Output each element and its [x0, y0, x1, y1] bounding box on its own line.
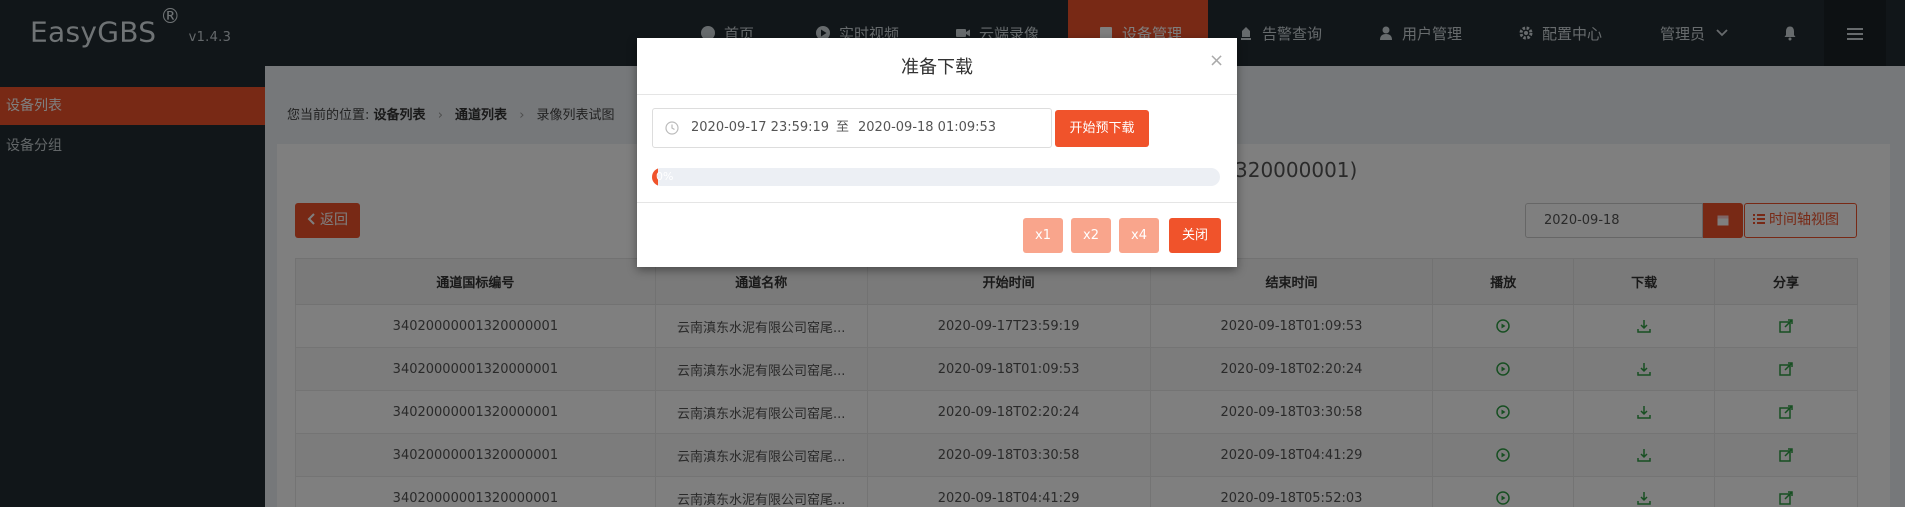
range-end: 2020-09-18 01:09:53	[858, 120, 997, 135]
download-modal: 准备下载 × 2020-09-17 23:59:19 至 2020-09-18 …	[637, 38, 1237, 267]
range-start: 2020-09-17 23:59:19	[691, 120, 830, 135]
speed-x1-button[interactable]: x1	[1023, 218, 1063, 253]
divider	[637, 94, 1237, 95]
divider	[637, 202, 1237, 203]
close-icon[interactable]: ×	[1209, 50, 1224, 71]
speed-x4-button[interactable]: x4	[1119, 218, 1159, 253]
range-separator: 至	[836, 120, 850, 135]
close-button[interactable]: 关闭	[1169, 218, 1221, 253]
start-predownload-button[interactable]: 开始预下载	[1055, 110, 1149, 147]
clock-icon	[665, 121, 679, 135]
time-range-picker[interactable]: 2020-09-17 23:59:19 至 2020-09-18 01:09:5…	[652, 108, 1052, 148]
speed-x2-button[interactable]: x2	[1071, 218, 1111, 253]
progress-percent: 0%	[656, 170, 674, 183]
modal-title: 准备下载	[901, 57, 973, 78]
download-progress-bar: 0%	[652, 168, 1220, 186]
